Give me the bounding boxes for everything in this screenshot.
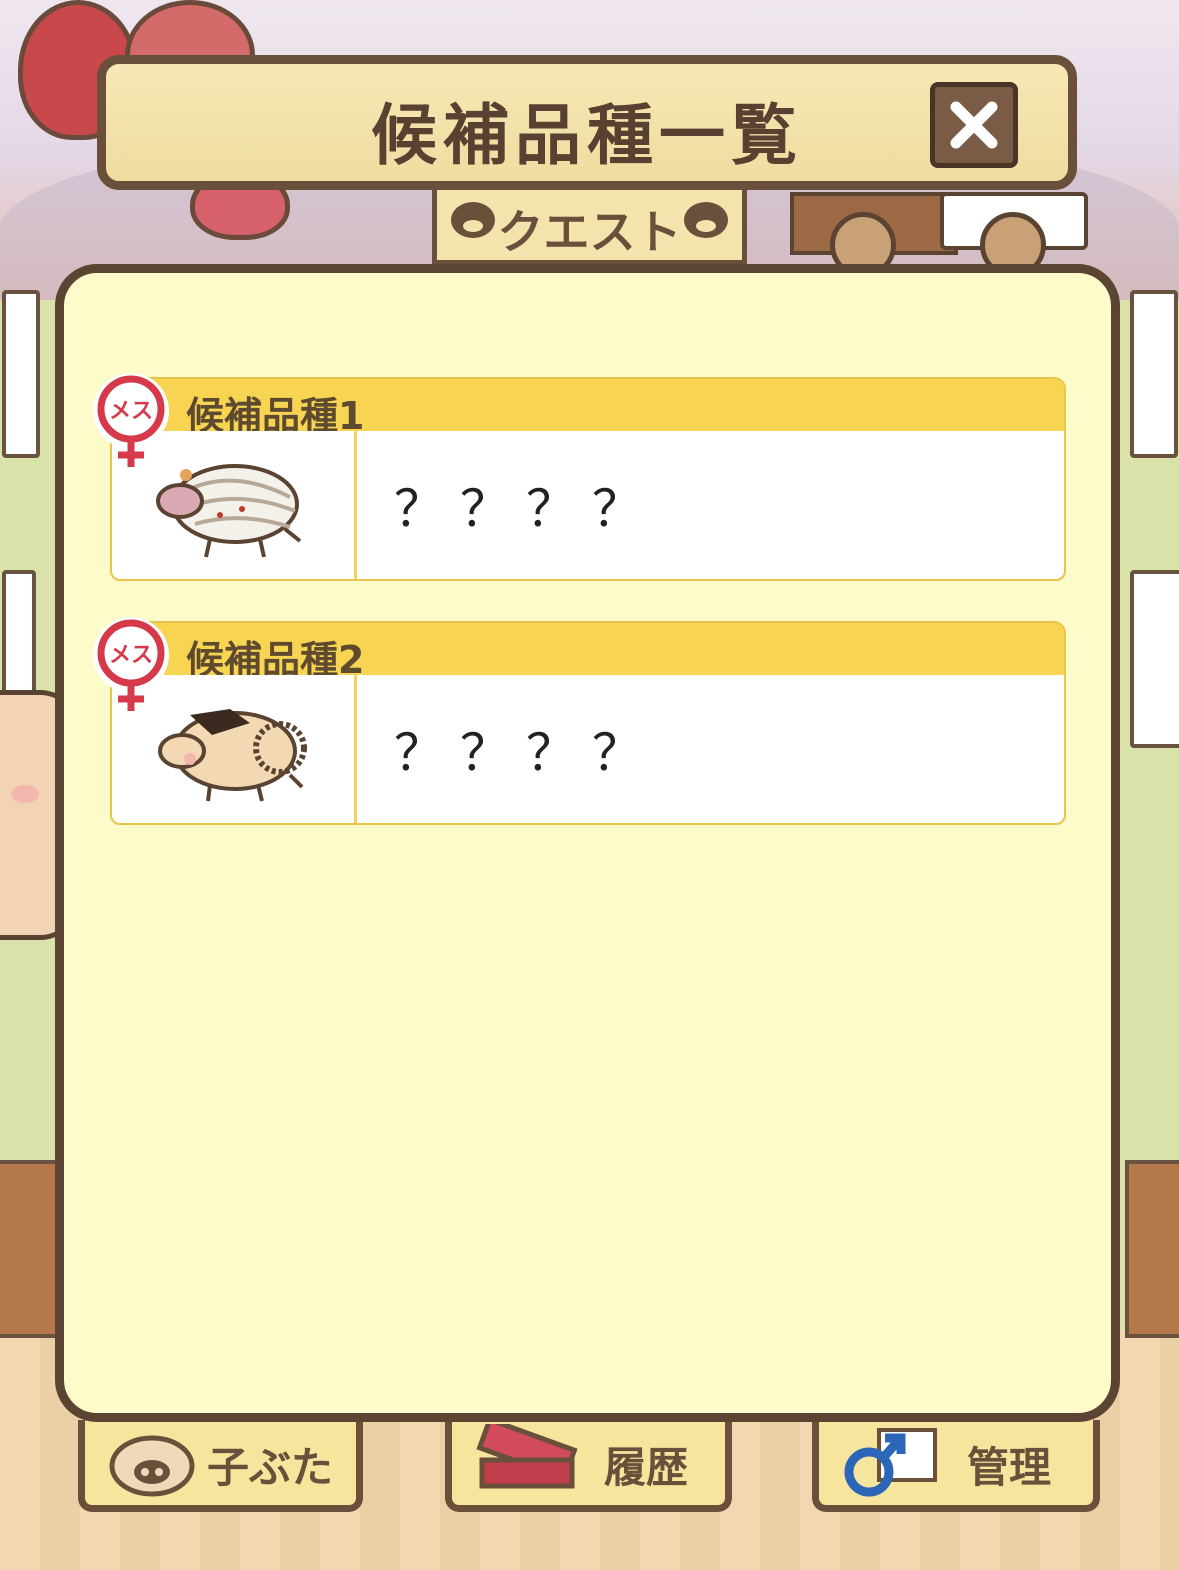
candidate-card-body: ？？？？ xyxy=(110,675,1066,825)
candidate-card[interactable]: 候補品種1 ？？？？ メス xyxy=(93,373,1066,581)
candidate-card-header: 候補品種2 xyxy=(110,621,1066,682)
book-icon xyxy=(476,1424,578,1489)
female-symbol-icon: メス xyxy=(93,373,169,467)
candidate-name: ？？？？ xyxy=(394,480,658,538)
close-button[interactable] xyxy=(930,82,1018,168)
card-divider xyxy=(354,431,357,579)
card-divider xyxy=(354,675,357,823)
tab-manage[interactable]: 管理 xyxy=(812,1420,1100,1512)
gender-badge-label: メス xyxy=(109,643,153,668)
tab-history[interactable]: 履歴 xyxy=(445,1420,732,1512)
fence-wood xyxy=(1125,1160,1179,1338)
candidate-card[interactable]: 候補品種2 ？？？？ メス xyxy=(93,617,1066,825)
male-symbol-icon xyxy=(844,1428,937,1497)
candidate-name: ？？？？ xyxy=(394,724,658,782)
fence-post xyxy=(2,290,40,458)
candidate-card-body: ？？？？ xyxy=(110,431,1066,581)
background-wagon xyxy=(790,192,1088,278)
candidate-card-header: 候補品種1 xyxy=(110,377,1066,438)
fence-post xyxy=(1130,570,1179,748)
pig-face-icon xyxy=(684,202,728,238)
quest-sign: クエスト xyxy=(432,190,747,265)
fence-wood xyxy=(0,1160,59,1338)
female-symbol-icon: メス xyxy=(93,617,169,711)
piglet-face-icon xyxy=(109,1435,195,1497)
tab-manage-label: 管理 xyxy=(967,1443,1052,1492)
fence-post xyxy=(1130,290,1178,458)
tab-piglet[interactable]: 子ぶた xyxy=(78,1420,363,1512)
tab-history-label: 履歴 xyxy=(604,1443,689,1492)
rope-pig-icon xyxy=(158,709,307,802)
gender-badge-label: メス xyxy=(109,399,153,424)
tab-piglet-label: 子ぶた xyxy=(207,1443,334,1492)
page-title: 候補品種一覧 xyxy=(371,97,803,174)
close-x-icon xyxy=(950,101,998,149)
bandaged-pig-icon xyxy=(156,464,302,558)
fence-post xyxy=(2,570,36,698)
